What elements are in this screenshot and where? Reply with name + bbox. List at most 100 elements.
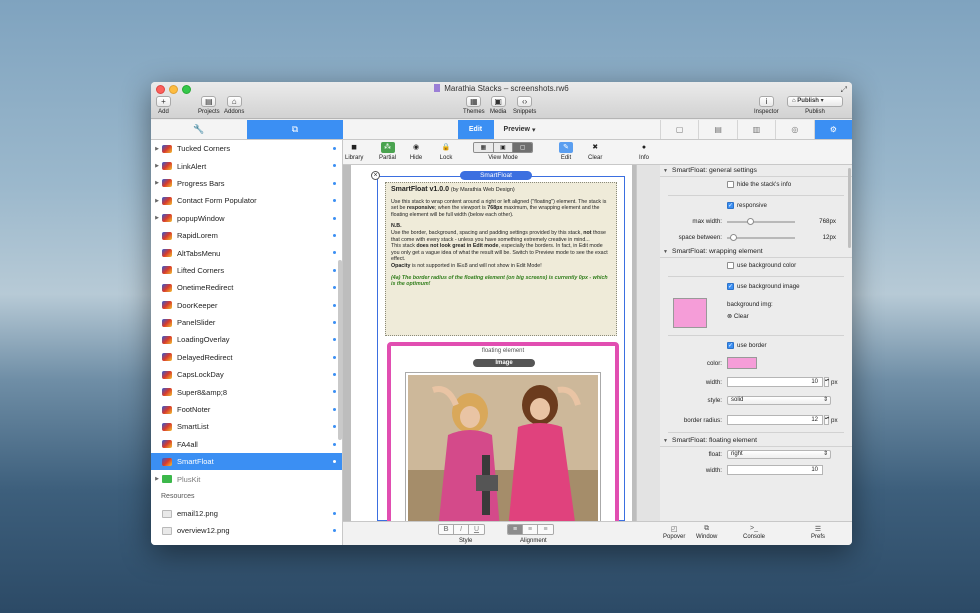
disclosure-arrow-icon[interactable]: ▶ xyxy=(152,198,162,204)
disclosure-arrow-icon[interactable]: ▶ xyxy=(152,215,162,221)
info-button[interactable]: ● Info xyxy=(637,142,651,161)
section-general-settings[interactable]: ▼ SmartFloat: general settings xyxy=(660,165,852,177)
sidebar-item[interactable]: SmartFloat xyxy=(151,453,342,471)
projects-button[interactable]: ▤ Projects xyxy=(198,96,220,115)
pages-tab[interactable]: ⧉ xyxy=(247,120,343,139)
publish-dropdown[interactable]: ⌂ Publish ▾ xyxy=(787,96,843,107)
inspector-tab-settings[interactable]: ⚙ xyxy=(813,120,852,139)
inspector-tab-page[interactable]: ▢ xyxy=(660,120,698,139)
sidebar-item[interactable]: ▶ Progress Bars xyxy=(151,175,342,192)
hide-button[interactable]: ◉ Hide xyxy=(409,142,423,161)
view-mode-2[interactable]: ▣ xyxy=(493,143,514,152)
inspector-tab-style[interactable]: ◎ xyxy=(775,120,813,139)
sidebar-item[interactable]: FootNoter xyxy=(151,401,342,418)
add-button[interactable]: + Add xyxy=(156,96,171,115)
border-width-input[interactable]: 10 xyxy=(727,377,823,387)
max-width-slider[interactable] xyxy=(727,218,795,225)
photo-image[interactable] xyxy=(405,372,601,521)
sidebar-item[interactable]: PanelSlider xyxy=(151,314,342,331)
addons-button[interactable]: ⌂ Addons xyxy=(224,96,244,115)
view-mode-control[interactable]: ▦ ▣ ▢ View Mode xyxy=(470,142,536,161)
float-select[interactable]: right xyxy=(727,450,831,459)
lock-button[interactable]: 🔒 Lock xyxy=(439,142,453,161)
view-mode-3[interactable]: ▢ xyxy=(513,143,532,152)
underline-button[interactable]: U xyxy=(469,525,484,534)
sidebar-item[interactable]: FA4all xyxy=(151,436,342,453)
themes-button[interactable]: ▦ Themes xyxy=(463,96,485,115)
sidebar-item[interactable]: ▶ Tucked Corners xyxy=(151,140,342,157)
floating-element[interactable]: floating element Image xyxy=(387,342,619,521)
resource-item[interactable]: email12.png xyxy=(151,505,342,522)
smartfloat-stack-label[interactable]: SmartFloat xyxy=(460,171,532,180)
disclosure-arrow-icon[interactable]: ▶ xyxy=(152,163,162,169)
popover-button[interactable]: ◰ Popover xyxy=(663,525,685,540)
space-knob[interactable] xyxy=(730,234,738,241)
width-stepper[interactable]: ▴▾ xyxy=(824,377,829,387)
publish-button[interactable]: ⌂ Publish ▾ Publish xyxy=(787,96,843,115)
tab-preview[interactable]: Preview ▾ xyxy=(494,120,546,139)
inspector-tab-stack[interactable]: ▥ xyxy=(736,120,775,139)
fullscreen-icon[interactable]: ⤢ xyxy=(841,85,847,95)
page-canvas[interactable]: SmartFloat × SmartFloat v1.0.0 (by Marat… xyxy=(351,165,632,521)
sidebar-item[interactable]: ▶ PlusKit xyxy=(151,470,342,487)
view-mode-segments[interactable]: ▦ ▣ ▢ xyxy=(473,142,533,153)
sidebar-item[interactable]: CapsLockDay xyxy=(151,366,342,383)
bg-img-well[interactable] xyxy=(673,298,707,328)
image-stack-label[interactable]: Image xyxy=(473,359,535,367)
console-button[interactable]: >_ Console xyxy=(743,525,765,540)
delete-stack-icon[interactable]: × xyxy=(371,171,380,180)
sidebar-item[interactable]: Lifted Corners xyxy=(151,262,342,279)
space-slider[interactable] xyxy=(727,234,795,241)
view-mode-1[interactable]: ▦ xyxy=(474,143,494,152)
canvas-scrollbar[interactable] xyxy=(636,165,660,521)
sidebar-item[interactable]: SmartList xyxy=(151,418,342,435)
prefs-button[interactable]: ☰ Prefs xyxy=(811,525,825,540)
bg-color-checkbox[interactable] xyxy=(727,262,734,269)
radius-stepper[interactable]: ▴▾ xyxy=(824,415,829,425)
tab-edit[interactable]: Edit xyxy=(457,120,494,139)
inspector-button[interactable]: i Inspector xyxy=(754,96,779,115)
sidebar-item[interactable]: ▶ Contact Form Populator xyxy=(151,192,342,209)
hide-info-checkbox[interactable] xyxy=(727,181,734,188)
sidebar-item[interactable]: ▶ LinkAlert xyxy=(151,157,342,174)
sidebar-item[interactable]: AltTabsMenu xyxy=(151,244,342,261)
use-border-checkbox[interactable] xyxy=(727,342,734,349)
section-wrapping-element[interactable]: ▼ SmartFloat: wrapping element xyxy=(660,246,852,258)
border-style-select[interactable]: solid xyxy=(727,396,831,405)
align-center-icon[interactable]: ≡ xyxy=(523,525,538,534)
max-width-knob[interactable] xyxy=(746,218,754,225)
sidebar-item[interactable]: OnetimeRedirect xyxy=(151,279,342,296)
disclosure-arrow-icon[interactable]: ▶ xyxy=(152,476,162,482)
align-right-icon[interactable]: ≡ xyxy=(538,525,553,534)
bg-img-checkbox[interactable] xyxy=(727,283,734,290)
window-button[interactable]: ⧉ Window xyxy=(696,525,717,540)
inspector-scrollbar[interactable] xyxy=(848,168,851,248)
sidebar-scrollbar[interactable] xyxy=(338,260,342,440)
resource-item[interactable]: overview12.png xyxy=(151,522,342,539)
bold-button[interactable]: B xyxy=(439,525,454,534)
align-left-icon[interactable]: ≡ xyxy=(508,525,523,534)
section-floating-element[interactable]: ▼ SmartFloat: floating element xyxy=(660,435,852,447)
sidebar-item[interactable]: DelayedRedirect xyxy=(151,349,342,366)
sidebar-item[interactable]: Super8&amp;8 xyxy=(151,383,342,400)
stacks-tab[interactable]: 🔧 xyxy=(151,120,247,139)
float-width-input[interactable]: 10 xyxy=(727,465,823,475)
clear-button[interactable]: ✖ Clear xyxy=(588,142,602,161)
inspector-tab-layout[interactable]: ▤ xyxy=(698,120,736,139)
partial-button[interactable]: ⁂ Partial xyxy=(379,142,396,161)
responsive-checkbox[interactable] xyxy=(727,202,734,209)
border-radius-input[interactable]: 12 xyxy=(727,415,823,425)
edit-button[interactable]: ✎ Edit xyxy=(559,142,573,161)
italic-button[interactable]: I xyxy=(454,525,469,534)
border-color-well[interactable] xyxy=(727,357,757,369)
library-button[interactable]: ◼ Library xyxy=(345,142,363,161)
snippets-button[interactable]: ‹› Snippets xyxy=(513,96,536,115)
media-button[interactable]: ▣ Media xyxy=(490,96,506,115)
disclosure-arrow-icon[interactable]: ▶ xyxy=(152,180,162,186)
sidebar-item[interactable]: DoorKeeper xyxy=(151,297,342,314)
sidebar-item[interactable]: RapidLorem xyxy=(151,227,342,244)
clear-bg-img-button[interactable]: ⊗ Clear xyxy=(727,313,749,320)
sidebar-item[interactable]: LoadingOverlay xyxy=(151,331,342,348)
disclosure-arrow-icon[interactable]: ▶ xyxy=(152,146,162,152)
sidebar-item[interactable]: ▶ popupWindow xyxy=(151,210,342,227)
